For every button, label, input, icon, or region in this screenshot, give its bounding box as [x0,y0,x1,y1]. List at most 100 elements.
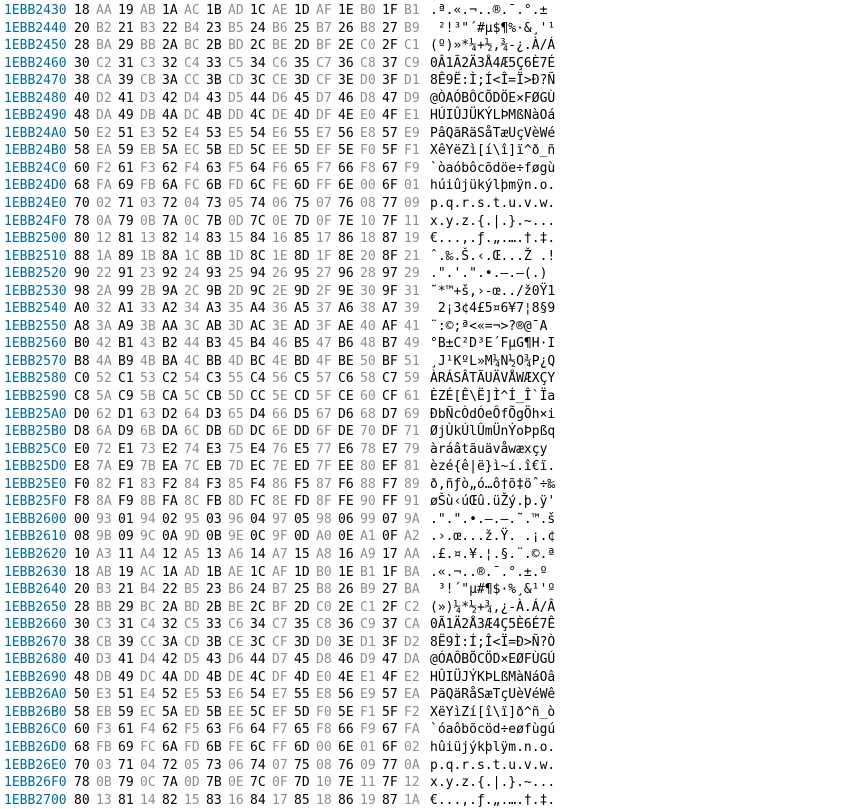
hex-byte: 4C [250,107,272,125]
hex-row[interactable]: 1EBB247038CA39CB3ACC3BCD3CCE3DCF3ED03FD1… [4,72,843,90]
hex-byte: 68 [360,406,382,424]
hex-row[interactable]: 1EBB248040D241D342D443D544D645D746D847D9… [4,90,843,108]
hex-byte: 8A [96,493,118,511]
hex-row[interactable]: 1EBB269048DB49DC4ADD4BDE4CDF4DE04EE14FE2… [4,669,843,687]
hex-row[interactable]: 1EBB246030C231C332C433C534C635C736C837C9… [4,55,843,73]
hex-row[interactable]: 1EBB266030C331C432C533C634C735C836C937CA… [4,616,843,634]
hex-row[interactable]: 1EBB24D068FA69FB6AFC6BFD6CFE6DFF6E006F01… [4,177,843,195]
hex-row[interactable]: 1EBB2510881A891B8A1C8B1D8C1E8D1F8E208F21… [4,248,843,266]
hex-row[interactable]: 1EBB25A0D062D163D264D365D466D567D668D769… [4,406,843,424]
hex-row[interactable]: 1EBB24F0780A790B7A0C7B0D7C0E7D0F7E107F11… [4,213,843,231]
hex-byte: 09 [118,528,140,546]
hex-bytes: 38CB39CC3ACD3BCE3CCF3DD03ED13FD2 [74,634,426,652]
hex-row[interactable]: 1EBB24E070027103720473057406750776087709… [4,195,843,213]
hex-row[interactable]: 1EBB263018AB19AC1AAD1BAE1CAF1DB01EB11FBA… [4,564,843,582]
hex-byte: 28 [74,37,96,55]
hex-row[interactable]: 1EBB264020B321B422B523B624B725B826B927BA… [4,581,843,599]
hex-byte: FB [96,739,118,757]
hex-byte: 51 [118,686,140,704]
hex-byte: FF [316,177,338,195]
hex-row[interactable]: 1EBB2570B84AB94BBA4CBB4DBC4EBD4FBE50BF51… [4,353,843,371]
hex-byte: 8D [228,493,250,511]
hex-row[interactable]: 1EBB25F0F88AF98BFA8CFB8DFC8EFD8FFE90FF91… [4,493,843,511]
hex-row[interactable]: 1EBB25D0E87AE97BEA7CEB7DEC7EED7FEE80EF81… [4,458,843,476]
hex-row[interactable]: 1EBB24A050E251E352E453E554E655E756E857E9… [4,125,843,143]
hex-byte: B4 [184,20,206,38]
address: 1EBB26C0 [4,721,74,739]
hex-row[interactable]: 1EBB26E07003710472057306740775087609770A… [4,757,843,775]
hex-row[interactable]: 1EBB26F0780B790C7A0D7B0E7C0F7D107E117F12… [4,774,843,792]
hex-row[interactable]: 1EBB244020B221B322B423B524B625B726B827B9… [4,20,843,38]
hex-byte: 7F [316,458,338,476]
hex-row[interactable]: 1EBB2540A032A133A234A335A436A537A638A739… [4,300,843,318]
hex-row[interactable]: 1EBB268040D341D442D543D644D745D846D947DA… [4,651,843,669]
hex-byte: BF [382,353,404,371]
hex-byte: D0 [316,634,338,652]
hex-byte: 51 [404,353,426,371]
hex-byte: A7 [382,300,404,318]
hex-row[interactable]: 1EBB26000093019402950396049705980699079A… [4,511,843,529]
hex-byte: 4E [272,353,294,371]
ascii: p.q.r.s.t.u.v.w. [430,757,555,775]
hex-row[interactable]: 1EBB26D068FB69FC6AFD6BFE6CFF6D006E016F02… [4,739,843,757]
hex-row[interactable]: 1EBB27008013811482158316841785188619871A… [4,792,843,809]
hex-row[interactable]: 1EBB25C0E072E173E274E375E476E577E678E779… [4,441,843,459]
hex-byte: 5C [250,142,272,160]
hex-row[interactable]: 1EBB267038CB39CC3ACD3BCE3CCF3DD03ED13FD2… [4,634,843,652]
hex-byte: 15 [184,792,206,809]
hex-row[interactable]: 1EBB250080128113821483158416851786188719… [4,230,843,248]
hex-row[interactable]: 1EBB26C060F361F462F563F664F765F866F967FA… [4,721,843,739]
hex-byte: C6 [228,616,250,634]
hex-byte: 7A [96,458,118,476]
hex-byte: 18 [316,792,338,809]
hex-byte: B0 [360,2,382,20]
hex-row[interactable]: 1EBB25E0F082F183F284F385F486F587F688F789… [4,476,843,494]
hex-byte: EF [272,704,294,722]
hex-row[interactable]: 1EBB2530982A992B9A2C9B2D9C2E9D2F9E309F31… [4,283,843,301]
hex-row[interactable]: 1EBB2590C85AC95BCA5CCB5DCC5ECD5FCE60CF61… [4,388,843,406]
hex-byte: 81 [118,230,140,248]
hex-byte: 52 [162,125,184,143]
hex-byte: A9 [118,318,140,336]
hex-row[interactable]: 1EBB2560B042B143B244B345B446B547B648B749… [4,335,843,353]
hex-row[interactable]: 1EBB26A050E351E452E553E654E755E856E957EA… [4,686,843,704]
hex-byte: 5F [382,142,404,160]
hex-row[interactable]: 1EBB265028BB29BC2ABD2BBE2CBF2DC02EC12FC2… [4,599,843,617]
hex-bytes: 68FB69FC6AFD6BFE6CFF6D006E016F02 [74,739,426,757]
hex-byte: 04 [250,511,272,529]
hex-byte: B6 [272,20,294,38]
hex-byte: AF [382,318,404,336]
hex-byte: C0 [360,37,382,55]
hex-row[interactable]: 1EBB2550A83AA93BAA3CAB3DAC3EAD3FAE40AF41… [4,318,843,336]
hex-row[interactable]: 1EBB245028BA29BB2ABC2BBD2CBE2DBF2EC02FC1… [4,37,843,55]
hex-byte: 54 [250,686,272,704]
hex-row[interactable]: 1EBB2610089B099C0A9D0B9E0C9F0DA00EA10FA2… [4,528,843,546]
hex-row[interactable]: 1EBB24C060F261F362F463F564F665F766F867F9… [4,160,843,178]
hex-row[interactable]: 1EBB26B058EB59EC5AED5BEE5CEF5DF05EF15FF2… [4,704,843,722]
hex-byte: 88 [360,476,382,494]
hex-row[interactable]: 1EBB24B058EA59EB5AEC5BED5CEE5DEF5EF05FF1… [4,142,843,160]
hex-row[interactable]: 1EBB262010A311A412A513A614A715A816A917AA… [4,546,843,564]
hex-byte: 50 [360,353,382,371]
hex-row[interactable]: 1EBB252090229123922493259426952796289729… [4,265,843,283]
hex-byte: E5 [294,441,316,459]
hex-byte: 39 [118,634,140,652]
hex-byte: 10 [360,213,382,231]
hex-byte: E4 [250,441,272,459]
hex-row[interactable]: 1EBB25B0D86AD96BDA6CDB6DDC6EDD6FDE70DF71… [4,423,843,441]
hex-byte: 18 [360,230,382,248]
address: 1EBB2700 [4,792,74,809]
hex-byte: 55 [294,125,316,143]
hex-byte: 06 [338,511,360,529]
hex-row[interactable]: 1EBB249048DA49DB4ADC4BDD4CDE4DDF4EE04FE1… [4,107,843,125]
hex-byte: 68 [74,739,96,757]
hex-byte: 7D [228,458,250,476]
hex-byte: 24 [250,20,272,38]
hex-row[interactable]: 1EBB243018AA19AB1AAC1BAD1CAE1DAF1EB01FB1… [4,2,843,20]
hex-byte: 17 [272,792,294,809]
hex-byte: 66 [338,160,360,178]
hex-byte: 7D [294,774,316,792]
hex-byte: 87 [316,476,338,494]
hex-byte: 95 [294,265,316,283]
hex-row[interactable]: 1EBB2580C052C153C254C355C456C557C658C759… [4,370,843,388]
